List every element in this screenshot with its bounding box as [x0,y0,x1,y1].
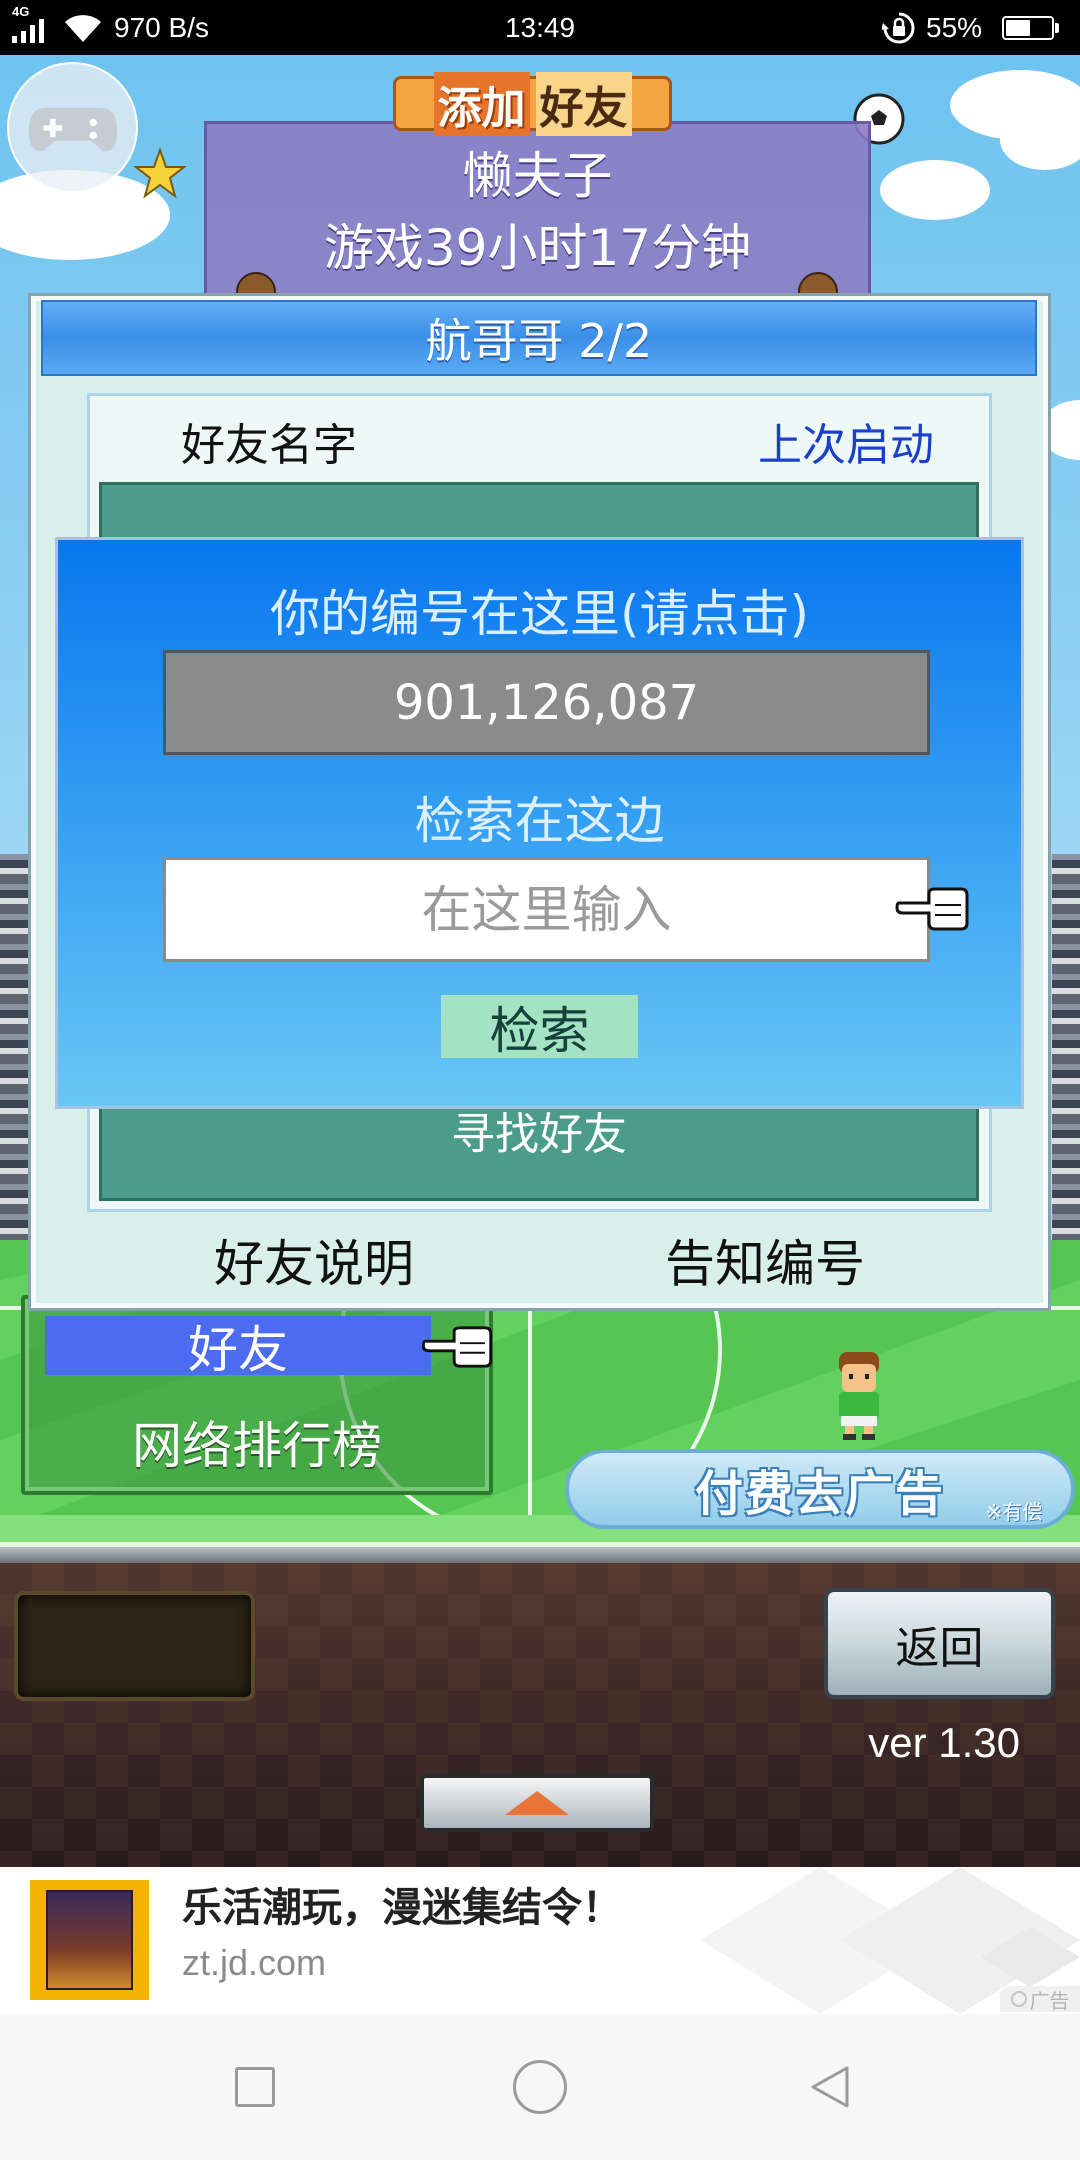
pointing-hand-icon [895,887,969,931]
pointing-hand-icon [421,1326,493,1368]
ad-thumbnail [30,1880,149,2000]
column-header-last-launch: 上次启动 [758,420,934,471]
friend-help-button[interactable]: 好友说明 [164,1225,464,1295]
your-id-value[interactable]: 901,126,087 [163,650,930,755]
friends-dialog-title: 航哥哥 2/2 [425,314,653,368]
cloud [1000,110,1080,170]
ad-url: zt.jd.com [182,1942,327,1983]
battery-terminal [1055,23,1059,33]
cloud [880,160,990,220]
scroll-up-button[interactable] [420,1774,654,1832]
battery-icon [1002,16,1054,40]
battery-percent: 55% [926,12,983,43]
player-sprite [839,1352,879,1440]
remove-ads-note: ※有偿 [985,1499,1043,1524]
banner-text-add: 添加 [433,71,530,136]
network-type-label: 4G [12,4,30,19]
clock: 13:49 [504,12,576,43]
navigation-bar [0,2014,1080,2160]
network-speed: 970 B/s [114,12,209,43]
stadium-wall [0,1547,1080,1563]
play-time: 游戏39小时17分钟 [323,219,752,277]
menu-item-online-ranking[interactable]: 网络排行榜 [25,1412,489,1475]
share-id-button[interactable]: 告知编号 [615,1225,915,1295]
status-bar: 4G 970 B/s 13:49 55% [0,0,1080,55]
remove-ads-button[interactable]: 付费去广告 ※有偿 [565,1449,1075,1529]
search-label: 检索在这边 [414,792,665,850]
battery-level-fill [1006,20,1031,36]
game-assistant-button[interactable] [7,62,138,193]
search-button[interactable]: 检索 [441,995,638,1060]
banner-text-friend: 好友 [535,71,632,136]
ad-badge: 广告 [1000,1986,1080,2013]
up-arrow-icon [505,1791,569,1815]
menu-item-friends[interactable]: 好友 [45,1316,431,1379]
cellular-signal-icon [12,19,44,43]
friends-dialog-title-bar: 航哥哥 2/2 [41,300,1037,376]
profile-panel: 懒夫子 游戏39小时17分钟 [204,121,871,301]
rotation-lock-icon [882,12,915,44]
stadium-crowd-left [0,854,28,1244]
ad-poster-image [46,1890,133,1990]
ad-info-icon [1010,1991,1027,2007]
screen: 4G 970 B/s 13:49 55% 好友 网络排行榜 付费去广告 ※有偿 … [0,0,1080,2160]
star-icon [134,148,186,199]
your-id-label: 你的编号在这里(请点击) [269,585,809,643]
back-icon[interactable] [807,2064,851,2110]
wifi-icon [65,15,101,42]
friend-id-dialog: 你的编号在这里(请点击) 901,126,087 检索在这边 检索 [55,537,1024,1109]
stadium-crowd-right [1052,854,1080,1244]
player-name: 懒夫子 [462,147,613,205]
recents-icon[interactable] [235,2067,275,2107]
add-friend-banner: 添加 好友 [393,71,672,136]
version-label: ver 1.30 [868,1719,1020,1766]
back-button[interactable]: 返回 [824,1588,1055,1699]
empty-slot [14,1591,255,1701]
ad-banner[interactable]: 乐活潮玩，漫迷集结令！ zt.jd.com 广告 [0,1867,1080,2014]
gamepad-icon [28,107,117,151]
ad-title: 乐活潮玩，漫迷集结令！ [182,1885,622,1931]
friend-id-search-input[interactable] [163,857,930,962]
ad-badge-label: 广告 [1029,1988,1070,2013]
column-header-friend-name: 好友名字 [181,420,357,471]
home-icon[interactable] [513,2060,567,2114]
